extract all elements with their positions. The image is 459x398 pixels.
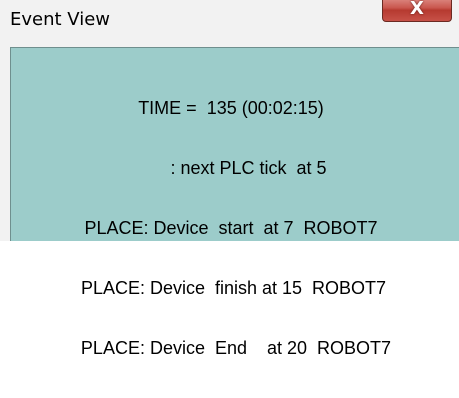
log-line: PLACE: Device End at 20 ROBOT7: [70, 338, 392, 358]
window-title: Event View: [10, 9, 111, 30]
event-log-text: TIME = 135 (00:02:15) : next PLC tick at…: [11, 58, 451, 398]
log-line: TIME = 135 (00:02:15): [138, 98, 324, 118]
close-button[interactable]: X: [382, 0, 452, 22]
event-view-window: Event View X TIME = 135 (00:02:15) : nex…: [0, 0, 459, 358]
log-line: PLACE: Device start at 7 ROBOT7: [84, 218, 378, 238]
close-icon: X: [410, 0, 424, 19]
log-line: : next PLC tick at 5: [135, 158, 327, 178]
event-log-panel[interactable]: TIME = 135 (00:02:15) : next PLC tick at…: [10, 47, 459, 358]
title-bar[interactable]: Event View X: [0, 0, 459, 40]
log-line: PLACE: Device finish at 15 ROBOT7: [75, 278, 387, 298]
